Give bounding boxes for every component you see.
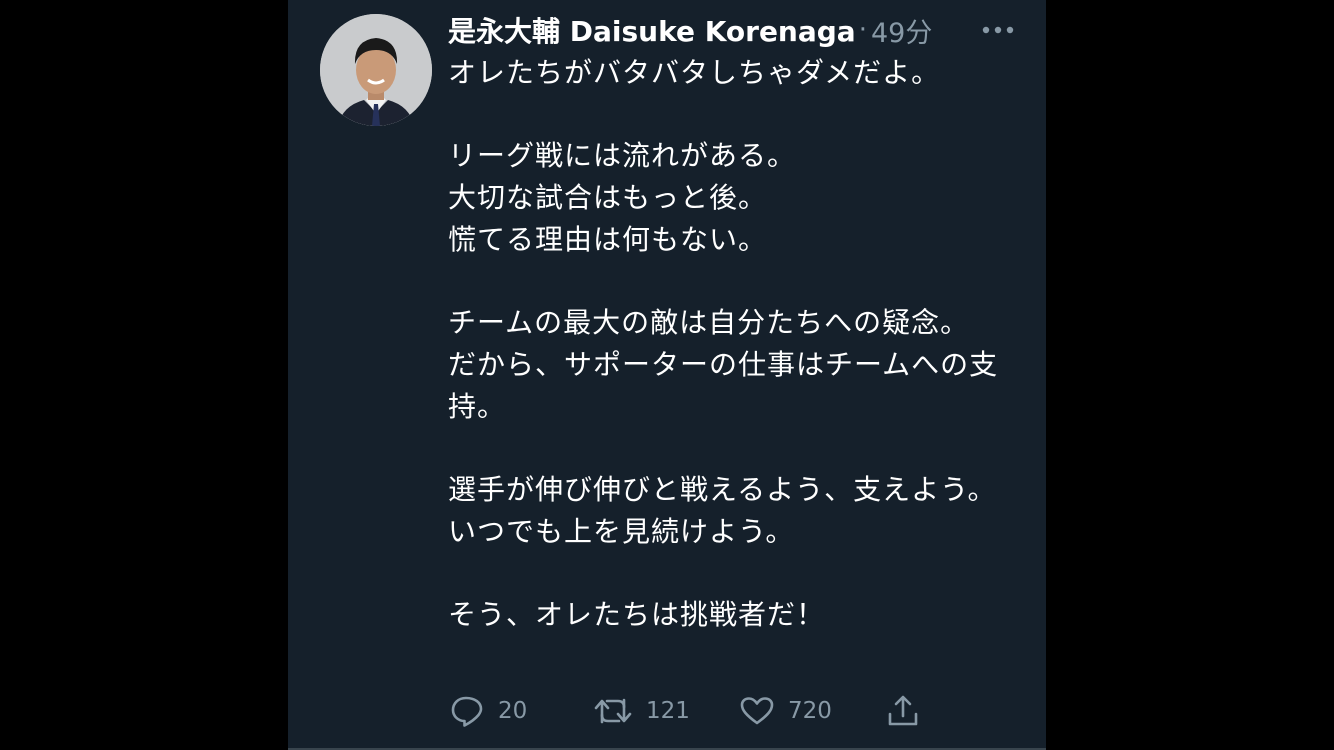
more-options-icon[interactable]: [978, 16, 1018, 44]
retweet-count: 121: [646, 698, 690, 724]
author-name[interactable]: 是永大輔 Daisuke Korenaga: [448, 10, 856, 50]
tweet-paragraph: 選手が伸び伸びと戦えるよう、支えよう。 いつでも上を見続けよう。: [448, 472, 997, 548]
share-icon: [888, 695, 918, 726]
tweet-paragraph: リーグ戦には流れがある。 大切な試合はもっと後。 慌てる理由は何もない。: [448, 139, 797, 256]
like-count: 720: [788, 698, 832, 724]
tweet-paragraph: そう、オレたちは挑戦者だ！: [448, 598, 826, 632]
avatar-photo: [320, 14, 432, 126]
retweet-button[interactable]: 121: [594, 690, 690, 732]
reply-icon: [451, 696, 483, 727]
timestamp[interactable]: 49分: [871, 11, 932, 50]
like-button[interactable]: 720: [740, 690, 832, 732]
tweet-text: オレたちがバタバタしちゃダメだよ。 リーグ戦には流れがある。 大切な試合はもっと…: [448, 52, 1008, 636]
tweet-header: 是永大輔 Daisuke Korenaga · 49分: [448, 10, 932, 50]
tweet-paragraph: チームの最大の敵は自分たちへの疑念。 だから、サポーターの仕事はチームへの支持。: [448, 306, 999, 423]
share-button[interactable]: [886, 690, 920, 732]
retweet-icon: [594, 698, 632, 724]
header-separator: ·: [858, 15, 867, 45]
reply-button[interactable]: 20: [450, 690, 527, 732]
reply-count: 20: [498, 698, 528, 724]
heart-icon: [740, 697, 774, 725]
screen: 是永大輔 Daisuke Korenaga · 49分 オレたちがバタバタしちゃ…: [0, 0, 1334, 750]
tweet-actions: 20 121 720: [450, 690, 1010, 732]
tweet-card[interactable]: 是永大輔 Daisuke Korenaga · 49分 オレたちがバタバタしちゃ…: [288, 0, 1046, 750]
avatar[interactable]: [320, 14, 432, 126]
tweet-paragraph: オレたちがバタバタしちゃダメだよ。: [448, 56, 941, 89]
